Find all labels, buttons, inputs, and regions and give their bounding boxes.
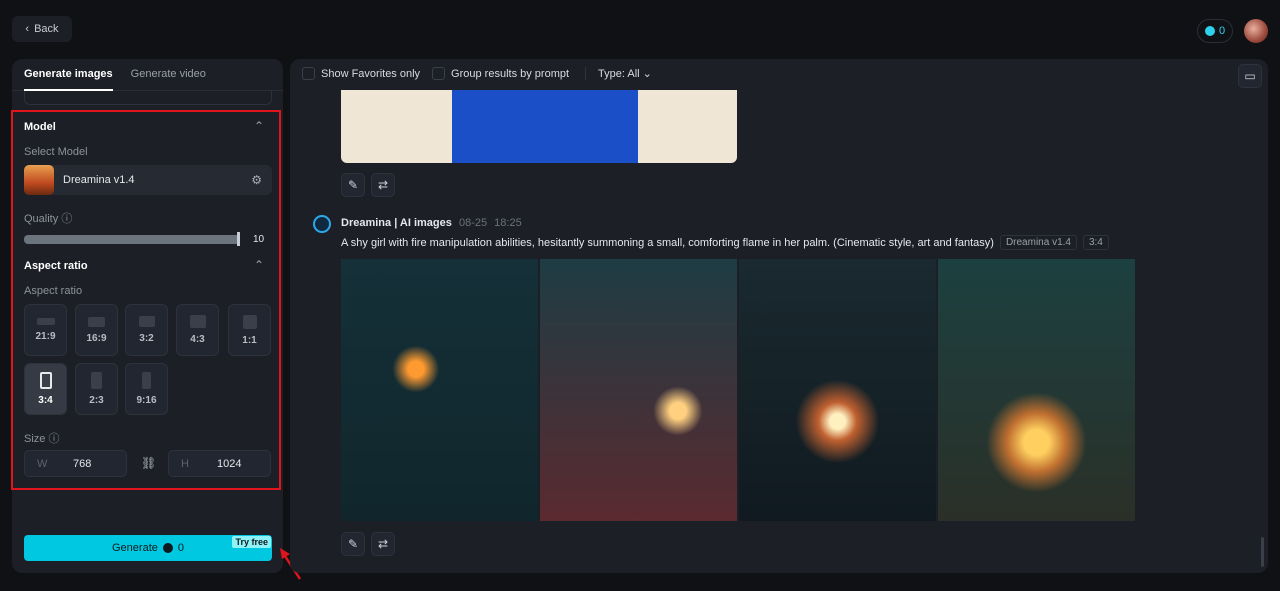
try-free-badge: Try free xyxy=(232,536,271,548)
tab-generate-images[interactable]: Generate images xyxy=(24,59,113,91)
result-image-2[interactable] xyxy=(540,259,737,521)
regenerate-icon[interactable]: ⇄ xyxy=(371,532,395,556)
prompt-box-edge xyxy=(24,91,272,105)
generate-button[interactable]: Generate 0 Try free xyxy=(24,535,272,561)
edit-icon[interactable]: ✎ xyxy=(341,173,365,197)
favorites-checkbox[interactable] xyxy=(302,67,315,80)
model-tag: Dreamina v1.4 xyxy=(999,235,1077,250)
results-panel: Show Favorites only Group results by pro… xyxy=(290,59,1268,573)
previous-result-image[interactable] xyxy=(341,90,737,163)
result-image-1[interactable] xyxy=(341,259,538,521)
highlight-box xyxy=(11,110,281,490)
dreamina-logo-icon xyxy=(313,215,331,233)
credits-badge[interactable]: 0 xyxy=(1197,19,1233,43)
type-filter-dropdown[interactable]: Type: All ⌄ xyxy=(585,67,652,80)
tab-generate-video[interactable]: Generate video xyxy=(131,59,206,91)
credit-icon xyxy=(1204,26,1215,36)
regenerate-icon[interactable]: ⇄ xyxy=(371,173,395,197)
back-button[interactable]: ‹ Back xyxy=(12,16,72,42)
scrollbar[interactable] xyxy=(1261,537,1264,567)
chevron-left-icon: ‹ xyxy=(25,23,30,35)
prompt-text: A shy girl with fire manipulation abilit… xyxy=(341,236,994,249)
edit-icon[interactable]: ✎ xyxy=(341,532,365,556)
result-image-4[interactable] xyxy=(938,259,1135,521)
folder-icon[interactable]: ▭ xyxy=(1238,64,1262,88)
result-image-3[interactable] xyxy=(739,259,936,521)
ratio-tag: 3:4 xyxy=(1082,235,1109,250)
credit-icon xyxy=(162,543,173,553)
group-checkbox[interactable] xyxy=(432,67,446,80)
avatar[interactable] xyxy=(1244,19,1268,43)
